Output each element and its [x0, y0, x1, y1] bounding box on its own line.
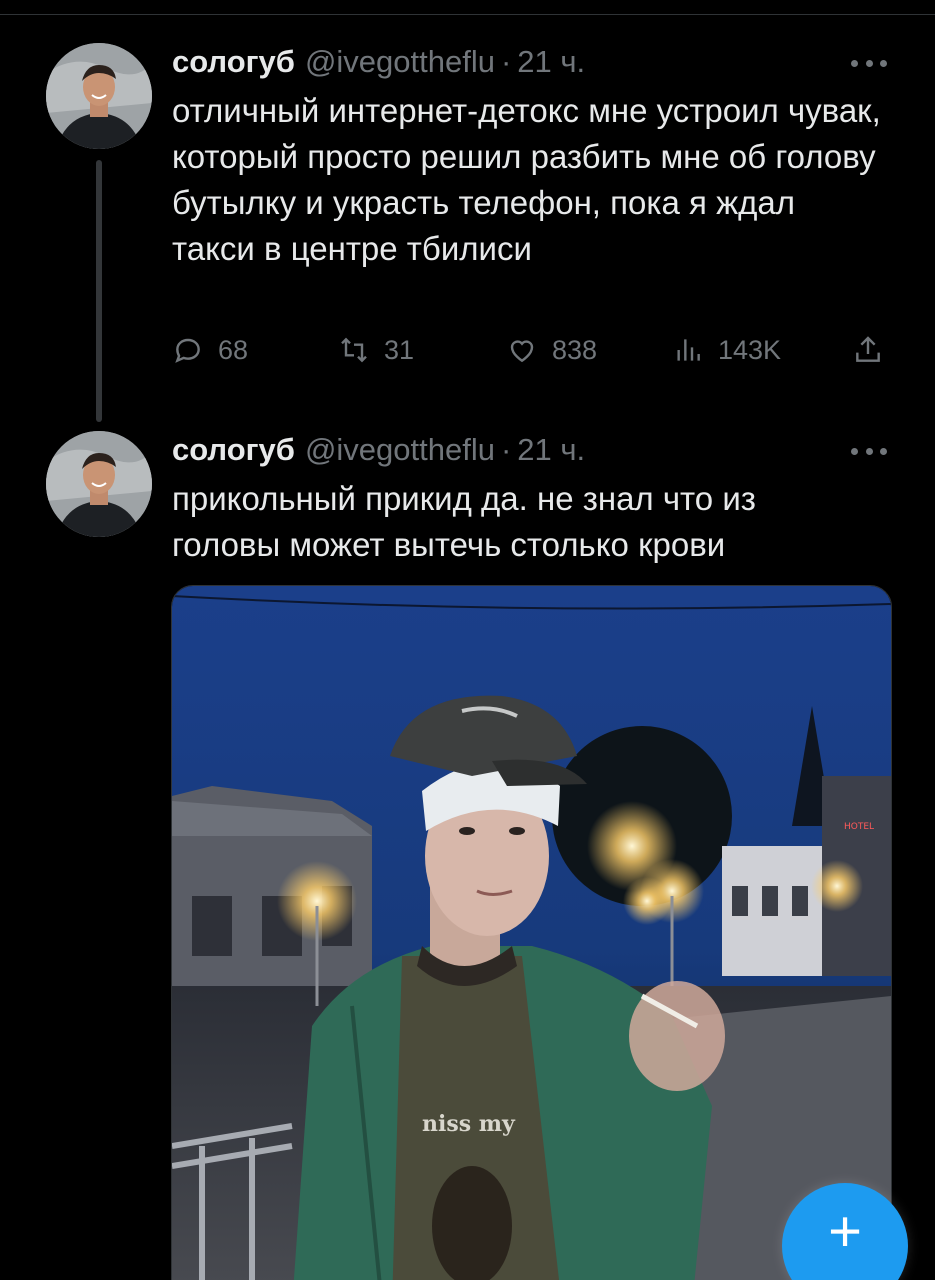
author-name[interactable]: сологуб [172, 44, 295, 80]
avatar[interactable] [46, 431, 152, 537]
like-count: 838 [552, 334, 598, 365]
like-icon [510, 340, 534, 363]
like-button[interactable]: 838 [506, 334, 597, 366]
repost-count: 31 [384, 334, 415, 365]
tweet-text: отличный интернет-детокс мне устроил чув… [172, 92, 881, 267]
view-count: 143K [718, 334, 782, 365]
views-icon [677, 339, 700, 361]
more-options-icon[interactable] [851, 56, 887, 70]
author-handle[interactable]: @ivegottheflu [305, 432, 495, 468]
divider [0, 14, 935, 15]
tweet-photo[interactable]: HOTEL niss my [171, 585, 892, 1280]
author-handle[interactable]: @ivegottheflu [305, 44, 495, 80]
author-name[interactable]: сологуб [172, 432, 295, 468]
avatar[interactable] [46, 43, 152, 149]
reply-button[interactable]: 68 [172, 334, 248, 366]
svg-text:HOTEL: HOTEL [844, 822, 874, 832]
timestamp[interactable]: 21 ч. [517, 432, 585, 468]
thread-line [96, 160, 102, 422]
repost-icon [341, 337, 367, 363]
repost-button[interactable]: 31 [338, 334, 414, 366]
svg-text:niss my: niss my [422, 1111, 516, 1137]
tweet-header: сологуб @ivegottheflu · 21 ч. [172, 44, 585, 84]
plus-icon: + [828, 1199, 862, 1264]
reply-icon [175, 338, 200, 363]
tweet-actions: 68 31 838 143K [172, 334, 887, 374]
separator: · [500, 432, 512, 467]
reply-count: 68 [218, 334, 249, 365]
tweet-header: сологуб @ivegottheflu · 21 ч. [172, 432, 585, 472]
views-button[interactable]: 143K [672, 334, 781, 366]
share-icon [856, 336, 880, 362]
more-options-icon[interactable] [851, 444, 887, 458]
timeline-screen: сологуб @ivegottheflu · 21 ч. отличный и… [0, 0, 935, 1280]
share-button[interactable] [852, 334, 898, 366]
separator: · [500, 44, 512, 79]
tweet-text: прикольный прикид да. не знал что из гол… [172, 480, 756, 563]
timestamp[interactable]: 21 ч. [517, 44, 585, 80]
